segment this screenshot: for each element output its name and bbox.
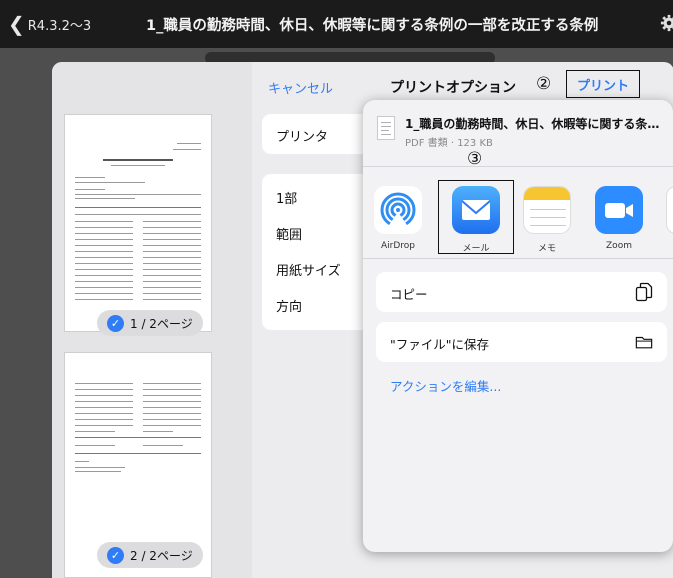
- save-to-files-action[interactable]: "ファイル"に保存: [376, 322, 667, 362]
- notes-share-button[interactable]: メモ: [517, 186, 577, 254]
- mail-highlight-frame: [438, 180, 514, 254]
- printer-label: プリンタ: [276, 130, 329, 145]
- copy-action[interactable]: コピー: [376, 272, 667, 312]
- folder-icon: [635, 336, 653, 349]
- airdrop-share-button[interactable]: AirDrop: [368, 186, 428, 251]
- page-2-label: 2 / 2ページ: [130, 548, 193, 563]
- divider: [363, 258, 673, 259]
- navigation-bar: ❮ R4.3.2〜3 1_職員の勤務時間、休日、休暇等に関する条例の一部を改正す…: [0, 0, 673, 48]
- copy-label: コピー: [390, 287, 428, 302]
- shared-document-title: 1_職員の勤務時間、休日、休暇等に関する条…: [405, 117, 660, 131]
- divider: [363, 166, 673, 167]
- more-apps-peek[interactable]: [666, 186, 673, 234]
- share-sheet: 1_職員の勤務時間、休日、休暇等に関する条… PDF 書類 · 123 KB ③…: [363, 100, 673, 552]
- airdrop-label: AirDrop: [380, 241, 415, 251]
- save-to-files-label: "ファイル"に保存: [390, 337, 489, 352]
- edit-actions-link[interactable]: アクションを編集...: [390, 376, 501, 395]
- copies-row[interactable]: 1部: [276, 188, 297, 207]
- print-options-title: プリントオプション: [390, 80, 516, 96]
- page-thumbnails-panel: ✓ 1 / 2ページ ✓ 2 / 2ページ: [52, 62, 252, 578]
- paper-size-row[interactable]: 用紙サイズ: [276, 260, 341, 279]
- pdf-document-icon: [377, 116, 395, 140]
- page-2-selector[interactable]: ✓ 2 / 2ページ: [97, 542, 203, 568]
- zoom-icon: [595, 186, 643, 234]
- page-1-selector[interactable]: ✓ 1 / 2ページ: [97, 310, 203, 336]
- page-1-label: 1 / 2ページ: [130, 316, 193, 331]
- cancel-button[interactable]: キャンセル: [268, 78, 333, 97]
- page-thumbnail-1[interactable]: [64, 114, 212, 332]
- step-marker-2: ②: [536, 74, 552, 94]
- back-button[interactable]: ❮ R4.3.2〜3: [8, 14, 91, 34]
- print-button[interactable]: プリント: [566, 70, 640, 98]
- airdrop-icon: [374, 186, 422, 234]
- back-button-label: R4.3.2〜3: [27, 18, 92, 34]
- range-row[interactable]: 範囲: [276, 224, 302, 243]
- chevron-left-icon: ❮: [8, 12, 25, 36]
- document-title: 1_職員の勤務時間、休日、休暇等に関する条例の一部を改正する条例: [146, 18, 599, 34]
- gear-icon[interactable]: [660, 14, 673, 32]
- orientation-row[interactable]: 方向: [276, 296, 302, 315]
- checkmark-icon: ✓: [107, 546, 124, 564]
- notes-label: メモ: [537, 244, 556, 254]
- zoom-share-button[interactable]: Zoom: [589, 186, 649, 251]
- checkmark-icon: ✓: [107, 314, 124, 332]
- zoom-label: Zoom: [606, 241, 632, 251]
- copy-icon: [635, 282, 653, 302]
- shared-document-info: PDF 書類 · 123 KB: [405, 138, 493, 149]
- notes-icon: [523, 186, 571, 234]
